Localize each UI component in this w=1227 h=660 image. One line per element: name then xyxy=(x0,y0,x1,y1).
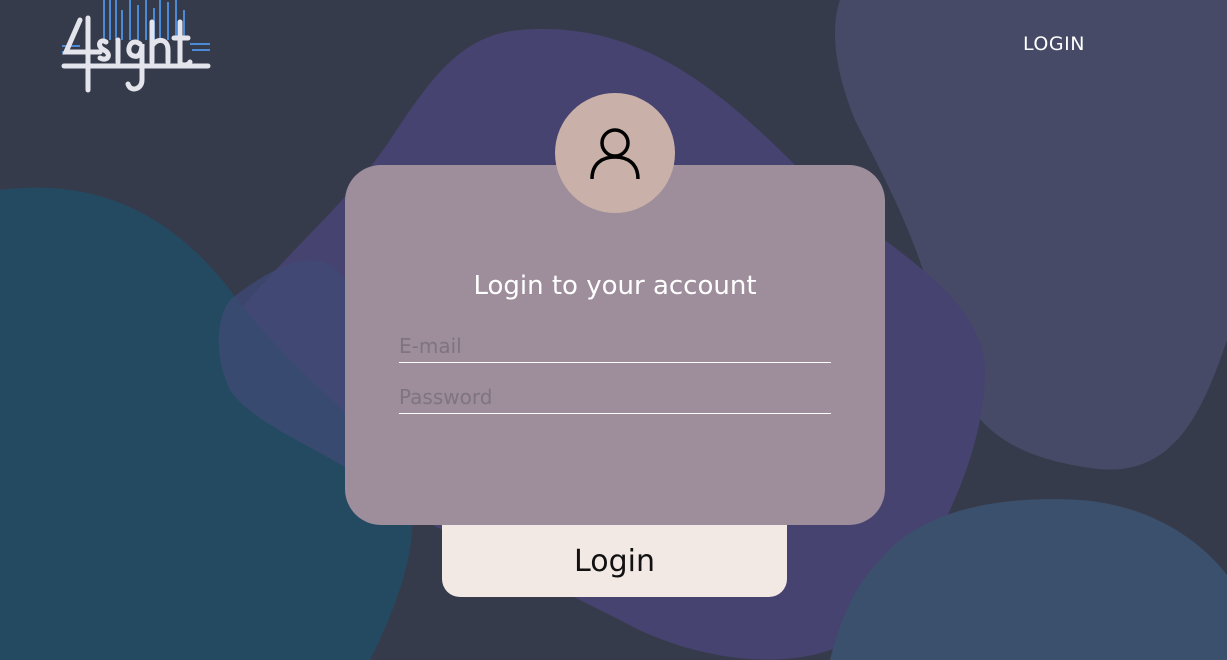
login-card: Login to your account xyxy=(345,165,885,525)
brand-logo[interactable] xyxy=(60,0,212,96)
nav-login-link[interactable]: LOGIN xyxy=(1023,33,1085,55)
password-field[interactable] xyxy=(399,381,831,414)
email-field[interactable] xyxy=(399,330,831,363)
login-button[interactable]: Login xyxy=(442,525,787,597)
avatar xyxy=(555,93,675,213)
logo-circuit-graphic xyxy=(61,0,211,93)
login-title: Login to your account xyxy=(473,271,757,301)
user-icon xyxy=(590,128,640,180)
